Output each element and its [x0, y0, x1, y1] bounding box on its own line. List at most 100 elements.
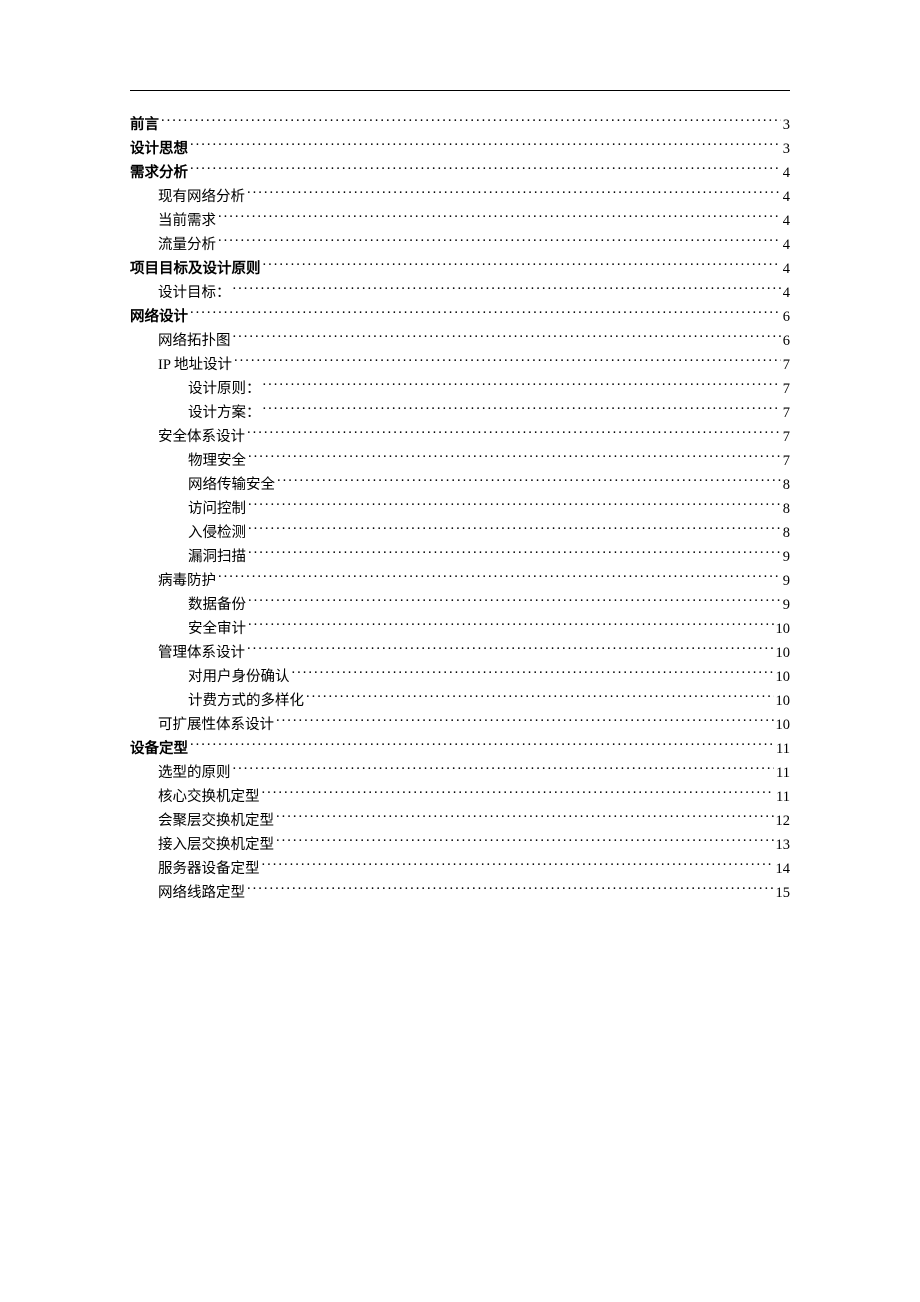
toc-entry[interactable]: 物理安全7: [130, 449, 790, 473]
toc-entry[interactable]: 网络拓扑图6: [130, 329, 790, 353]
toc-entry-page: 10: [776, 617, 791, 641]
document-page: 前言3设计思想3需求分析4现有网络分析4当前需求4流量分析4项目目标及设计原则4…: [0, 0, 920, 905]
toc-entry-page: 8: [783, 497, 790, 521]
toc-entry-label: 网络线路定型: [158, 881, 245, 905]
toc-entry[interactable]: 接入层交换机定型 13: [130, 833, 790, 857]
toc-entry-label: 接入层交换机定型: [158, 833, 274, 857]
toc-entry[interactable]: 设计目标：4: [130, 281, 790, 305]
toc-dot-leader: [292, 667, 774, 682]
toc-entry[interactable]: 访问控制 8: [130, 497, 790, 521]
toc-entry-page: 15: [776, 881, 791, 905]
toc-entry-page: 11: [776, 737, 790, 761]
toc-entry[interactable]: IP 地址设计 7: [130, 353, 790, 377]
toc-entry[interactable]: 流量分析4: [130, 233, 790, 257]
toc-dot-leader: [277, 475, 781, 490]
toc-entry[interactable]: 管理体系设计10: [130, 641, 790, 665]
toc-dot-leader: [248, 595, 781, 610]
toc-entry[interactable]: 前言3: [130, 113, 790, 137]
toc-entry-page: 6: [783, 305, 790, 329]
toc-entry-page: 8: [783, 521, 790, 545]
toc-entry-label: 网络拓扑图: [158, 329, 231, 353]
toc-entry-page: 9: [783, 569, 790, 593]
toc-dot-leader: [161, 115, 781, 130]
toc-dot-leader: [248, 499, 781, 514]
toc-entry-label: 核心交换机定型: [158, 785, 260, 809]
toc-dot-leader: [233, 331, 781, 346]
toc-entry-label: 现有网络分析: [158, 185, 245, 209]
toc-entry-label: 网络传输安全: [188, 473, 275, 497]
toc-entry-label: 安全审计: [188, 617, 246, 641]
toc-entry-label: 访问控制: [188, 497, 246, 521]
toc-entry-page: 13: [776, 833, 791, 857]
toc-dot-leader: [218, 211, 781, 226]
toc-entry-page: 14: [776, 857, 791, 881]
toc-entry[interactable]: 设计思想3: [130, 137, 790, 161]
toc-entry-page: 4: [783, 209, 790, 233]
table-of-contents: 前言3设计思想3需求分析4现有网络分析4当前需求4流量分析4项目目标及设计原则4…: [130, 113, 790, 905]
toc-entry[interactable]: 安全审计 10: [130, 617, 790, 641]
toc-entry-label: 流量分析: [158, 233, 216, 257]
toc-entry-page: 11: [776, 761, 790, 785]
toc-entry-label: 物理安全: [188, 449, 246, 473]
toc-entry-label: 设计目标：: [158, 281, 231, 305]
toc-entry-page: 4: [783, 185, 790, 209]
toc-entry-page: 7: [783, 353, 790, 377]
toc-entry-label: 当前需求: [158, 209, 216, 233]
top-rule: [130, 90, 790, 91]
toc-entry-label: IP 地址设计: [158, 353, 232, 377]
toc-entry-page: 4: [783, 257, 790, 281]
toc-dot-leader: [190, 163, 781, 178]
toc-entry-label: 病毒防护: [158, 569, 216, 593]
toc-entry-label: 会聚层交换机定型: [158, 809, 274, 833]
toc-entry[interactable]: 会聚层交换机定型12: [130, 809, 790, 833]
toc-entry-label: 对用户身份确认: [188, 665, 290, 689]
toc-entry-label: 项目目标及设计原则: [130, 257, 261, 281]
toc-entry[interactable]: 计费方式的多样化10: [130, 689, 790, 713]
toc-entry-label: 计费方式的多样化: [188, 689, 304, 713]
toc-dot-leader: [190, 139, 781, 154]
toc-entry-page: 3: [783, 113, 790, 137]
toc-entry-page: 7: [783, 401, 790, 425]
toc-entry[interactable]: 当前需求 4: [130, 209, 790, 233]
toc-entry[interactable]: 项目目标及设计原则 4: [130, 257, 790, 281]
toc-entry-page: 11: [776, 785, 790, 809]
toc-dot-leader: [248, 619, 774, 634]
toc-dot-leader: [233, 763, 775, 778]
toc-entry[interactable]: 病毒防护 9: [130, 569, 790, 593]
toc-entry[interactable]: 设备定型 11: [130, 737, 790, 761]
toc-entry[interactable]: 选型的原则11: [130, 761, 790, 785]
toc-dot-leader: [262, 787, 775, 802]
toc-entry-label: 漏洞扫描: [188, 545, 246, 569]
toc-entry[interactable]: 设计原则： 7: [130, 377, 790, 401]
toc-entry[interactable]: 核心交换机定型 11: [130, 785, 790, 809]
toc-entry[interactable]: 需求分析4: [130, 161, 790, 185]
toc-entry[interactable]: 网络线路定型 15: [130, 881, 790, 905]
toc-entry[interactable]: 服务器设备定型 14: [130, 857, 790, 881]
toc-dot-leader: [248, 451, 781, 466]
toc-entry[interactable]: 安全体系设计7: [130, 425, 790, 449]
toc-entry-page: 7: [783, 377, 790, 401]
toc-dot-leader: [263, 379, 781, 394]
toc-dot-leader: [190, 739, 774, 754]
toc-entry-page: 3: [783, 137, 790, 161]
toc-entry-label: 设计原则：: [188, 377, 261, 401]
toc-entry-label: 服务器设备定型: [158, 857, 260, 881]
toc-entry-page: 7: [783, 425, 790, 449]
toc-dot-leader: [276, 835, 774, 850]
toc-entry[interactable]: 现有网络分析 4: [130, 185, 790, 209]
toc-entry[interactable]: 入侵检测8: [130, 521, 790, 545]
toc-entry[interactable]: 网络传输安全8: [130, 473, 790, 497]
toc-entry[interactable]: 网络设计6: [130, 305, 790, 329]
toc-entry-page: 10: [776, 713, 791, 737]
toc-dot-leader: [248, 523, 781, 538]
toc-entry-page: 9: [783, 545, 790, 569]
toc-entry[interactable]: 设计方案：7: [130, 401, 790, 425]
toc-entry-label: 可扩展性体系设计: [158, 713, 274, 737]
toc-entry[interactable]: 漏洞扫描 9: [130, 545, 790, 569]
toc-entry[interactable]: 数据备份9: [130, 593, 790, 617]
toc-entry[interactable]: 对用户身份确认10: [130, 665, 790, 689]
toc-entry-label: 需求分析: [130, 161, 188, 185]
toc-dot-leader: [276, 811, 774, 826]
toc-entry-label: 设备定型: [130, 737, 188, 761]
toc-entry[interactable]: 可扩展性体系设计 10: [130, 713, 790, 737]
